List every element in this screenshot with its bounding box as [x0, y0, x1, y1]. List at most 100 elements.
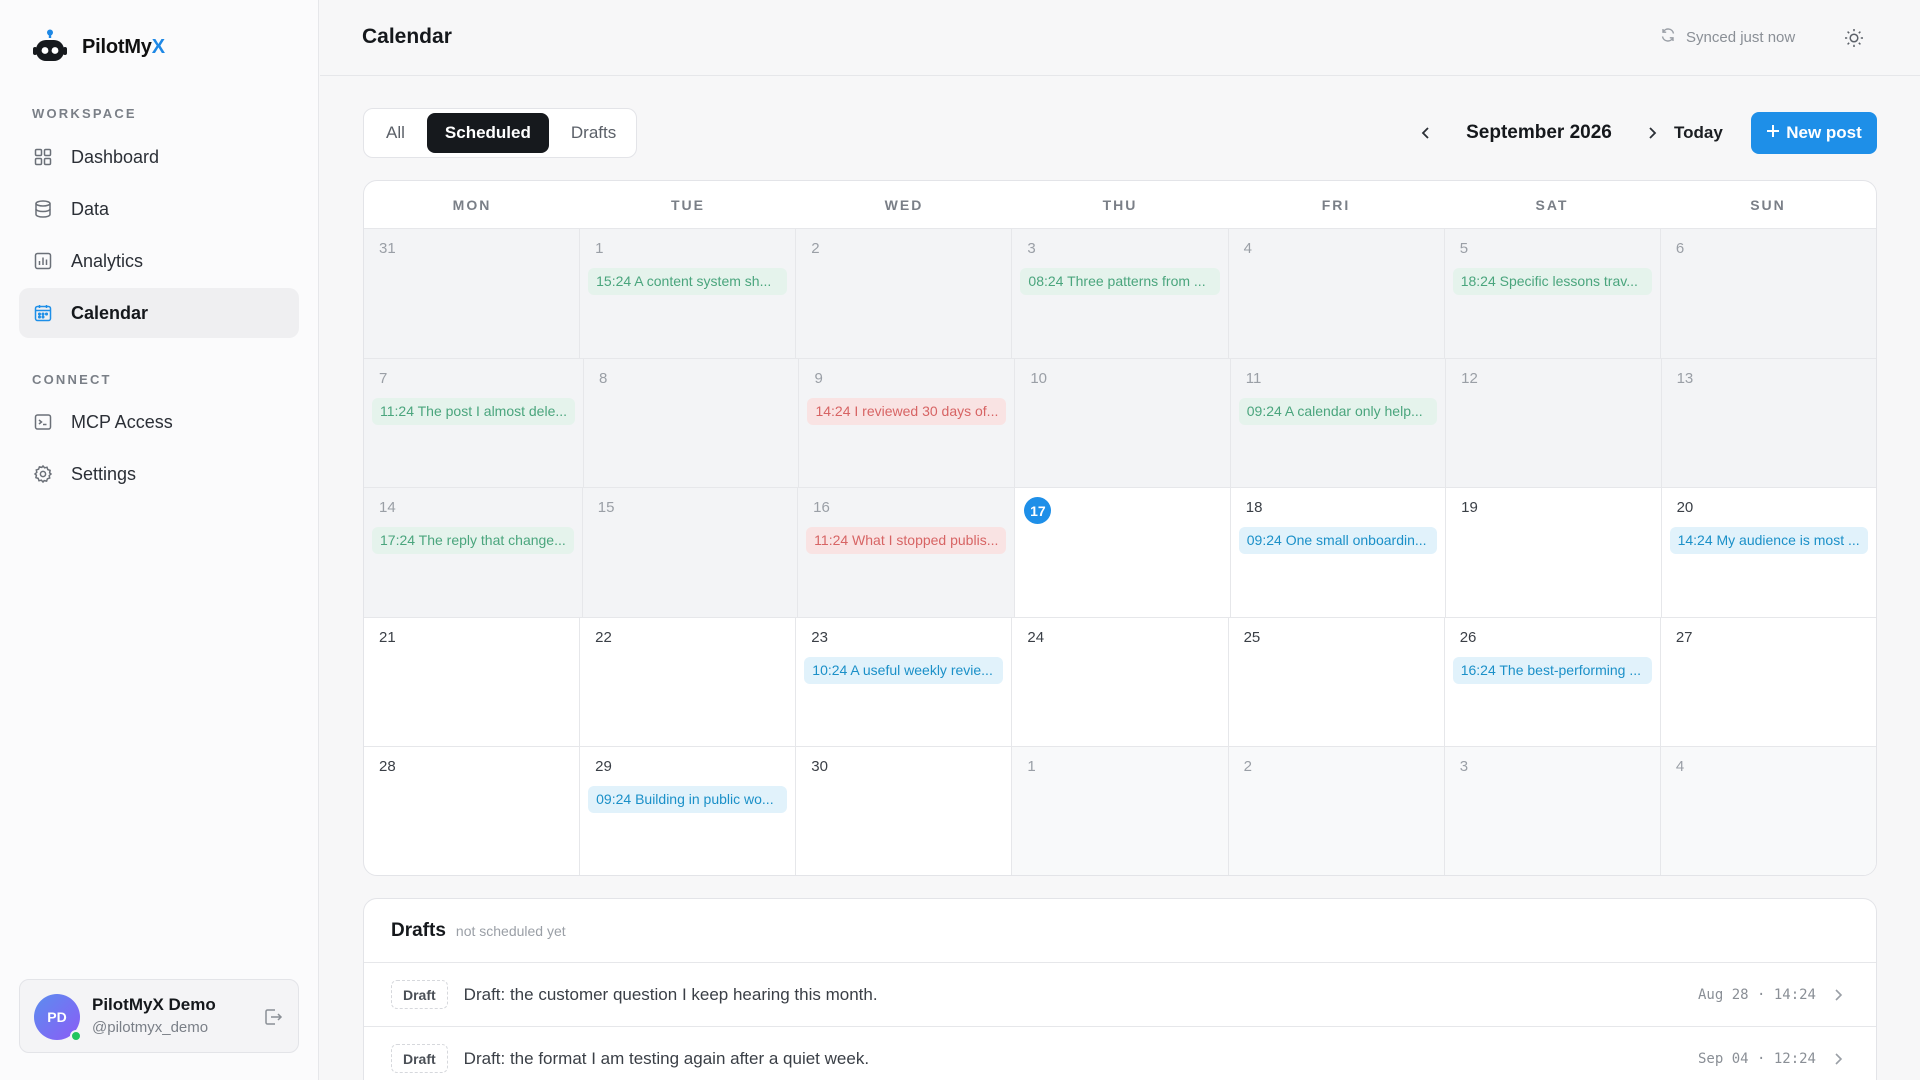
- day-number: 15: [597, 499, 615, 517]
- sun-icon[interactable]: [1843, 27, 1865, 49]
- calendar-event-published[interactable]: 11:24 The post I almost dele...: [372, 397, 576, 425]
- calendar-day-cell[interactable]: 27: [1661, 618, 1876, 747]
- calendar-day-cell[interactable]: 3: [1444, 747, 1661, 875]
- gear-icon: [33, 464, 53, 484]
- calendar-day-cell[interactable]: 4: [1228, 229, 1445, 358]
- calendar-day-cell[interactable]: 31: [364, 229, 581, 358]
- calendar-day-cell[interactable]: 5 18:24 Specific lessons trav...: [1444, 229, 1661, 358]
- calendar-event-published[interactable]: 15:24 A content system sh...: [588, 268, 788, 295]
- weekday-label: WED: [884, 197, 924, 213]
- sidebar-item-data[interactable]: Data: [19, 184, 299, 234]
- day-number: 1: [595, 240, 604, 257]
- new-post-button[interactable]: New post: [1751, 112, 1877, 154]
- calendar-day-cell[interactable]: 26 16:24 The best-performing ...: [1445, 617, 1661, 747]
- calendar-day-cell[interactable]: 3 08:24 Three patterns from ...: [1012, 229, 1229, 358]
- day-number: 7: [379, 369, 388, 387]
- calendar-week-row: 7 11:24 The post I almost dele... 8 9 14:24 …: [364, 358, 1876, 489]
- calendar-day-cell[interactable]: 23 10:24 A useful weekly revie...: [796, 617, 1013, 747]
- calendar-day-cell[interactable]: 28: [364, 747, 581, 875]
- draft-row[interactable]: Draft Draft: the format I am testing aga…: [364, 1027, 1876, 1080]
- sidebar-item-mcp-access[interactable]: MCP Access: [19, 397, 299, 447]
- calendar-day-cell[interactable]: 7 11:24 The post I almost dele...: [364, 358, 585, 488]
- calendar-day-cell[interactable]: 14 17:24 The reply that change...: [364, 488, 583, 617]
- calendar-day-cell[interactable]: 24: [1012, 617, 1229, 747]
- today-button[interactable]: Today: [1660, 112, 1737, 154]
- calendar-event-scheduled[interactable]: 09:24 Building in public wo...: [588, 786, 788, 814]
- calendar-day-cell[interactable]: 12: [1446, 358, 1662, 488]
- calendar-day-cell[interactable]: 19: [1446, 488, 1662, 617]
- weekday-label: MON: [452, 197, 492, 213]
- draft-time: Aug 28 · 14:24: [1697, 986, 1816, 1003]
- filter-scheduled-button[interactable]: Scheduled: [426, 113, 549, 153]
- terminal-icon: [33, 412, 53, 432]
- logout-icon[interactable]: [262, 1006, 284, 1028]
- calendar-day-cell[interactable]: 13: [1661, 358, 1876, 488]
- sidebar-item-label: Analytics: [71, 250, 144, 271]
- draft-text: Draft: the customer question I keep hear…: [463, 984, 878, 1004]
- calendar-grid: 31 1 15:24 A content system sh... 2 3 08:24 T…: [364, 229, 1876, 875]
- draft-row[interactable]: Draft Draft: the customer question I kee…: [364, 963, 1876, 1027]
- calendar-day-cell[interactable]: 29 09:24 Building in public wo...: [580, 747, 797, 875]
- calendar-week-row: 28 29 09:24 Building in public wo... 30 1 2 3 4: [364, 747, 1876, 875]
- chevron-left-icon[interactable]: [1408, 115, 1444, 151]
- calendar-day-cell[interactable]: 1 15:24 A content system sh...: [580, 229, 797, 358]
- calendar-day-cell[interactable]: 9 14:24 I reviewed 30 days of...: [799, 358, 1016, 488]
- connect-section-label: CONNECT: [32, 372, 112, 387]
- month-calendar: MON TUE WED THU FRI SAT SUN 31 1 15:24 A content…: [363, 180, 1877, 876]
- calendar-day-cell[interactable]: 16 11:24 What I stopped publis...: [798, 488, 1016, 617]
- day-number: 8: [599, 369, 608, 387]
- day-number: 9: [814, 369, 823, 387]
- calendar-event-published[interactable]: 08:24 Three patterns from ...: [1020, 268, 1220, 295]
- calendar-day-cell[interactable]: 8: [584, 358, 800, 488]
- calendar-day-cell[interactable]: 25: [1229, 617, 1445, 747]
- new-post-label: New post: [1786, 123, 1862, 142]
- calendar-event-scheduled[interactable]: 09:24 One small onboardin...: [1238, 527, 1438, 555]
- today-date-badge: 17: [1024, 497, 1052, 525]
- day-number: 23: [811, 628, 828, 646]
- calendar-day-cell[interactable]: 30: [796, 747, 1013, 875]
- drafts-subtitle: not scheduled yet: [455, 922, 566, 939]
- calendar-day-cell[interactable]: 1: [1012, 747, 1229, 875]
- online-status-dot: [70, 1030, 82, 1042]
- day-number: 27: [1675, 628, 1693, 646]
- calendar-event-published[interactable]: 17:24 The reply that change...: [372, 527, 574, 555]
- day-number: 2: [1243, 758, 1252, 776]
- calendar-day-cell[interactable]: 17: [1015, 488, 1231, 617]
- sidebar-item-dashboard[interactable]: Dashboard: [19, 132, 299, 182]
- calendar-day-cell[interactable]: 22: [580, 617, 797, 747]
- day-number: 19: [1461, 499, 1478, 517]
- calendar-event-failed[interactable]: 11:24 What I stopped publis...: [806, 527, 1007, 555]
- calendar-day-cell[interactable]: 11 09:24 A calendar only help...: [1230, 358, 1447, 488]
- day-number: 18: [1245, 499, 1263, 517]
- sidebar-item-calendar[interactable]: Calendar: [19, 288, 299, 338]
- brand[interactable]: PilotMyX: [32, 27, 165, 67]
- filter-drafts-button[interactable]: Drafts: [553, 113, 634, 153]
- calendar-day-cell[interactable]: 15: [582, 488, 799, 617]
- sidebar-item-label: Data: [71, 198, 110, 219]
- calendar-event-published[interactable]: 09:24 A calendar only help...: [1238, 397, 1438, 425]
- calendar-day-cell[interactable]: 18 09:24 One small onboardin...: [1231, 488, 1447, 617]
- sync-status: Synced just now: [1660, 27, 1795, 47]
- sidebar-item-analytics[interactable]: Analytics: [19, 236, 299, 286]
- calendar-event-scheduled[interactable]: 14:24 My audience is most ...: [1669, 527, 1868, 555]
- calendar-day-cell[interactable]: 6: [1660, 229, 1876, 358]
- sidebar-item-label: Dashboard: [71, 146, 160, 167]
- user-card[interactable]: PD PilotMyX Demo @pilotmyx_demo: [19, 979, 299, 1053]
- grid-icon: [33, 147, 53, 167]
- calendar-event-failed[interactable]: 14:24 I reviewed 30 days of...: [807, 397, 1007, 425]
- calendar-day-cell[interactable]: 21: [364, 617, 581, 747]
- calendar-day-cell[interactable]: 2: [1228, 747, 1445, 875]
- bar-chart-icon: [33, 251, 53, 271]
- day-number: 16: [813, 499, 830, 517]
- calendar-day-cell[interactable]: 2: [796, 229, 1013, 358]
- calendar-event-scheduled[interactable]: 16:24 The best-performing ...: [1452, 656, 1652, 684]
- filter-all-button[interactable]: All: [368, 113, 423, 153]
- chevron-right-icon: [1830, 1051, 1846, 1067]
- calendar-day-cell[interactable]: 20 14:24 My audience is most ...: [1662, 488, 1876, 617]
- sidebar: PilotMyX WORKSPACE Dashboard Data Analyt…: [0, 0, 319, 1080]
- calendar-day-cell[interactable]: 10: [1015, 358, 1231, 488]
- calendar-event-scheduled[interactable]: 10:24 A useful weekly revie...: [804, 656, 1004, 684]
- sidebar-item-settings[interactable]: Settings: [19, 449, 299, 499]
- calendar-day-cell[interactable]: 4: [1660, 747, 1876, 875]
- calendar-event-published[interactable]: 18:24 Specific lessons trav...: [1452, 268, 1652, 295]
